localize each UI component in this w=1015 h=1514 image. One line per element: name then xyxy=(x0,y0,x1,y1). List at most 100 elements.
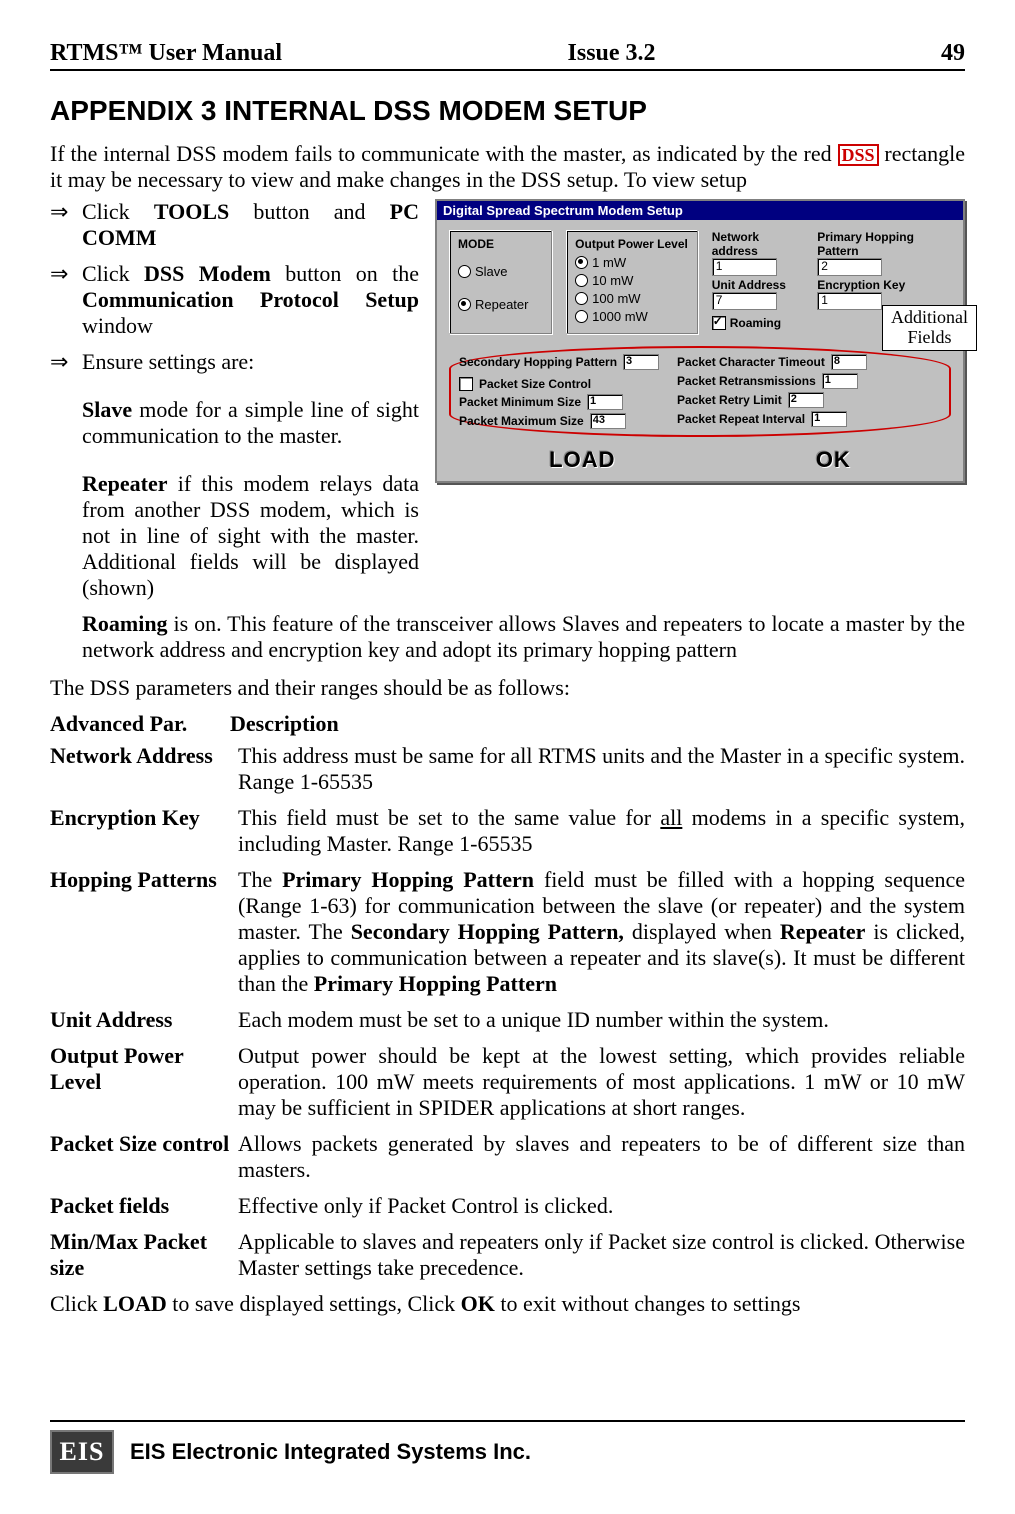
roaming-checkbox[interactable]: Roaming xyxy=(712,316,804,330)
radio-1mw[interactable]: 1 mW xyxy=(575,255,689,270)
pmin-field[interactable]: 1 xyxy=(587,394,623,410)
header-right: 49 xyxy=(941,40,965,67)
psc-checkbox[interactable]: Packet Size Control xyxy=(459,377,659,391)
col-net: Network address 1 Unit Address 7 Roaming xyxy=(712,230,804,334)
checkbox-off-icon xyxy=(459,377,473,391)
extra-col-b: Packet Character Timeout 8 Packet Retrans… xyxy=(677,354,867,429)
param-name: Packet Size control xyxy=(50,1131,238,1183)
radio-off-icon xyxy=(575,292,588,305)
params-header-c1: Advanced Par. xyxy=(50,711,230,737)
dialog-titlebar: Digital Spread Spectrum Modem Setup xyxy=(437,201,963,220)
b1-mid: button and xyxy=(229,199,389,224)
indent-roaming: Roaming is on. This feature of the trans… xyxy=(82,611,965,663)
dialog-top-row: MODE Slave Repeater Output Power Level 1… xyxy=(449,230,951,334)
instruction-column: Click TOOLS button and PC COMM Click DSS… xyxy=(50,199,419,611)
line-pmin: Packet Minimum Size1 xyxy=(459,394,659,410)
param-name: Encryption Key xyxy=(50,805,238,857)
footer-text: EIS Electronic Integrated Systems Inc. xyxy=(130,1439,531,1465)
param-encryption-key: Encryption Key This field must be set to… xyxy=(50,805,965,857)
shp-field[interactable]: 3 xyxy=(623,354,659,370)
load-button[interactable]: LOAD xyxy=(549,447,615,473)
param-name: Hopping Patterns xyxy=(50,867,238,997)
callout-additional-fields: Additional Fields xyxy=(882,305,977,351)
dss-badge: DSS xyxy=(838,144,879,166)
page-footer: EIS EIS Electronic Integrated Systems In… xyxy=(50,1430,965,1474)
indent-slave: Slave mode for a simple line of sight co… xyxy=(82,397,419,449)
line-pmax: Packet Maximum Size43 xyxy=(459,413,659,429)
bullet-2-text: Click DSS Modem button on the Communicat… xyxy=(82,261,419,339)
roaming-label: Roaming xyxy=(730,316,781,330)
b2-end: window xyxy=(82,313,153,338)
ok-button[interactable]: OK xyxy=(816,447,851,473)
bullet-list: Click TOOLS button and PC COMM Click DSS… xyxy=(50,199,419,375)
group-mode: MODE Slave Repeater xyxy=(449,230,552,334)
prl-field[interactable]: 2 xyxy=(788,392,824,408)
param-network-address: Network Address This address must be sam… xyxy=(50,743,965,795)
param-output-power: Output Power Level Output power should b… xyxy=(50,1043,965,1121)
param-desc: Applicable to slaves and repeaters only … xyxy=(238,1229,965,1281)
additional-fields-group: Secondary Hopping Pattern3 Packet Size C… xyxy=(449,346,951,437)
pri-label: Packet Repeat Interval xyxy=(677,412,805,426)
radio-slave-label: Slave xyxy=(475,264,508,279)
param-minmax-packet: Min/Max Packet size Applicable to slaves… xyxy=(50,1229,965,1281)
param-name: Output Power Level xyxy=(50,1043,238,1121)
unit-addr-field[interactable]: 7 xyxy=(712,292,777,310)
b1-bold1: TOOLS xyxy=(154,199,229,224)
pct-label: Packet Character Timeout xyxy=(677,355,825,369)
dialog-column: Digital Spread Spectrum Modem Setup MODE… xyxy=(435,199,965,611)
b2-pre: Click xyxy=(82,261,144,286)
pmax-field[interactable]: 43 xyxy=(590,413,626,429)
line-prl: Packet Retry Limit 2 xyxy=(677,392,867,408)
radio-10mw[interactable]: 10 mW xyxy=(575,273,689,288)
power-label: Output Power Level xyxy=(575,237,689,251)
param-desc: This address must be same for all RTMS u… xyxy=(238,743,965,795)
bullet-2: Click DSS Modem button on the Communicat… xyxy=(50,261,419,339)
bullet-1: Click TOOLS button and PC COMM xyxy=(50,199,419,251)
kv-php: Primary Hopping Pattern 2 xyxy=(817,230,951,276)
page-header: RTMS™ User Manual Issue 3.2 49 xyxy=(50,40,965,71)
net-addr-field[interactable]: 1 xyxy=(712,258,777,276)
header-left: RTMS™ User Manual xyxy=(50,40,282,67)
dialog-buttons: LOAD OK xyxy=(449,447,951,473)
b2-mid: button on the xyxy=(271,261,419,286)
checkbox-on-icon xyxy=(712,316,726,330)
hp-b1: Primary Hopping Pattern xyxy=(282,867,534,892)
enc-field[interactable]: 1 xyxy=(817,292,882,310)
kv-net-addr: Network address 1 xyxy=(712,230,804,276)
b1-pre: Click xyxy=(82,199,154,224)
radio-100mw[interactable]: 100 mW xyxy=(575,291,689,306)
enc-label: Encryption Key xyxy=(817,278,951,292)
radio-repeater-label: Repeater xyxy=(475,297,528,312)
php-field[interactable]: 2 xyxy=(817,258,882,276)
roaming-text: is on. This feature of the transceiver a… xyxy=(82,611,965,662)
page: RTMS™ User Manual Issue 3.2 49 APPENDIX … xyxy=(0,0,1015,1514)
power-1mw-label: 1 mW xyxy=(592,255,626,270)
pri-field[interactable]: 1 xyxy=(811,411,847,427)
param-desc: Effective only if Packet Control is clic… xyxy=(238,1193,965,1219)
param-desc: This field must be set to the same value… xyxy=(238,805,965,857)
arrow-icon xyxy=(50,349,74,375)
intro-paragraph: If the internal DSS modem fails to commu… xyxy=(50,141,965,193)
radio-off-icon xyxy=(458,265,471,278)
kv-unit-addr: Unit Address 7 xyxy=(712,278,804,310)
power-10mw-label: 10 mW xyxy=(592,273,633,288)
radio-slave[interactable]: Slave xyxy=(458,264,543,279)
radio-repeater[interactable]: Repeater xyxy=(458,297,543,312)
radio-1000mw[interactable]: 1000 mW xyxy=(575,309,689,324)
line-pret: Packet Retransmissions 1 xyxy=(677,373,867,389)
param-desc: Each modem must be set to a unique ID nu… xyxy=(238,1007,965,1033)
group-power: Output Power Level 1 mW 10 mW 100 mW 100… xyxy=(566,230,698,334)
pct-field[interactable]: 8 xyxy=(831,354,867,370)
ek-underline: all xyxy=(660,805,682,830)
pret-label: Packet Retransmissions xyxy=(677,374,816,388)
closing-ok: OK xyxy=(461,1291,495,1316)
closing-p3: to exit without changes to settings xyxy=(495,1291,801,1316)
line-pct: Packet Character Timeout 8 xyxy=(677,354,867,370)
bullet-3-text: Ensure settings are: xyxy=(82,349,419,375)
intro-prefix: If the internal DSS modem fails to commu… xyxy=(50,141,838,166)
radio-off-icon xyxy=(575,274,588,287)
prl-label: Packet Retry Limit xyxy=(677,393,782,407)
hp-p3: displayed when xyxy=(624,919,780,944)
appendix-title: APPENDIX 3 INTERNAL DSS MODEM SETUP xyxy=(50,95,965,127)
pret-field[interactable]: 1 xyxy=(822,373,858,389)
